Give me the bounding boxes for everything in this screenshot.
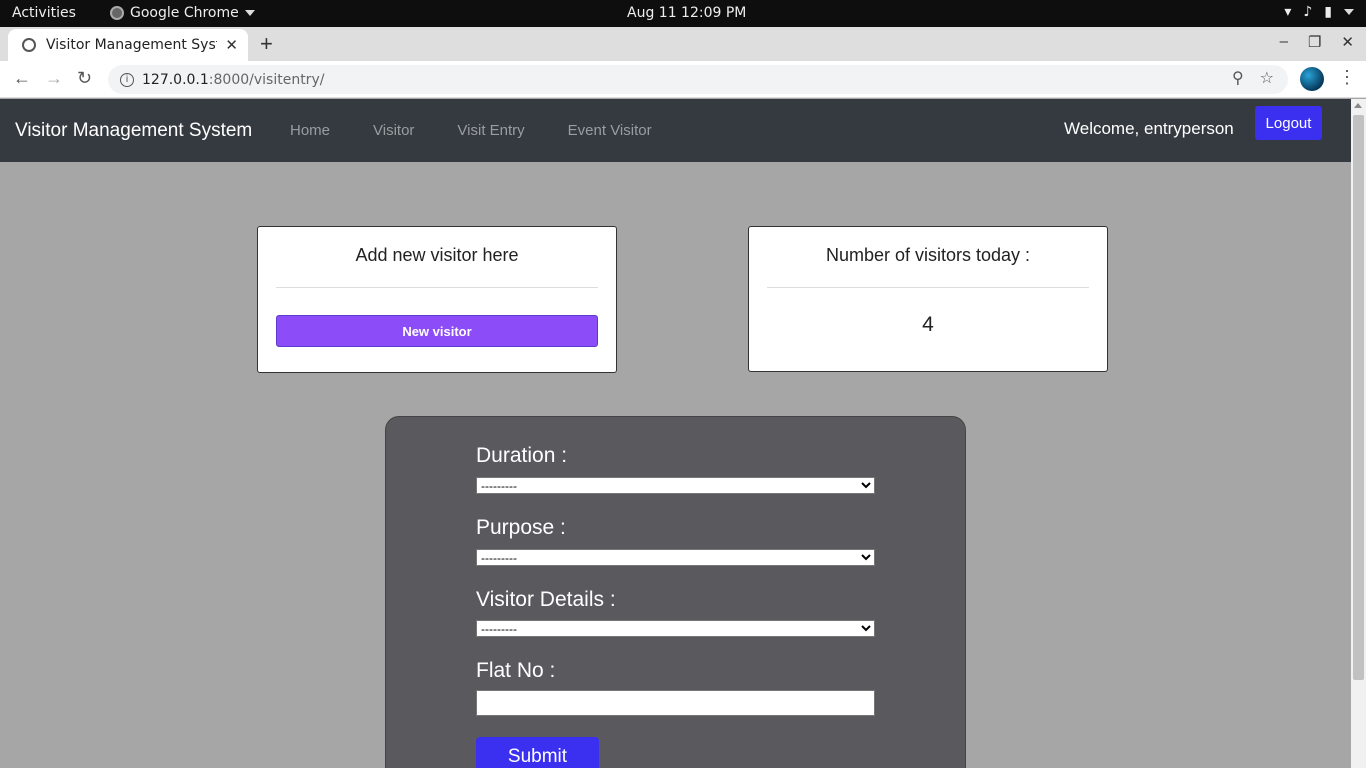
app-name: Google Chrome xyxy=(130,5,239,21)
browser-tab[interactable]: Visitor Management System ✕ xyxy=(8,29,248,61)
add-visitor-heading: Add new visitor here xyxy=(355,245,519,265)
nav-visitor[interactable]: Visitor xyxy=(373,122,414,139)
forward-icon[interactable]: → xyxy=(45,68,63,89)
close-tab-icon[interactable]: ✕ xyxy=(225,36,238,54)
menu-kebab-icon[interactable]: ⋮ xyxy=(1338,67,1356,88)
page-scrollbar[interactable] xyxy=(1351,99,1366,768)
globe-icon xyxy=(22,38,36,52)
tab-strip: Visitor Management System ✕ + – ❐ ✕ xyxy=(0,27,1366,61)
restore-icon[interactable]: ❐ xyxy=(1308,33,1321,51)
chevron-down-icon xyxy=(244,10,255,16)
add-visitor-card: Add new visitor here New visitor xyxy=(257,226,617,373)
welcome-text: Welcome, entryperson xyxy=(1064,119,1234,138)
reload-icon[interactable]: ↻ xyxy=(77,68,92,89)
brand-link[interactable]: Visitor Management System xyxy=(15,120,252,142)
nav-home[interactable]: Home xyxy=(290,122,330,139)
logout-button[interactable]: Logout xyxy=(1255,106,1322,140)
window-controls: – ❐ ✕ xyxy=(1280,33,1354,51)
visitor-count-heading: Number of visitors today : xyxy=(825,245,1031,265)
zoom-icon[interactable]: ⚲ xyxy=(1232,68,1244,87)
battery-icon: ▮ xyxy=(1324,4,1332,20)
nav-visit-entry[interactable]: Visit Entry xyxy=(457,122,524,139)
scroll-up-icon[interactable] xyxy=(1354,103,1362,108)
os-top-bar: Activities Google Chrome Aug 11 12:09 PM… xyxy=(0,0,1366,27)
url-path: :8000/visitentry/ xyxy=(208,71,325,88)
scrollbar-thumb[interactable] xyxy=(1353,115,1364,680)
flat-no-input[interactable] xyxy=(476,690,875,716)
address-bar[interactable]: i 127.0.0.1:8000/visitentry/ ⚲ ☆ xyxy=(108,65,1288,94)
back-icon[interactable]: ← xyxy=(13,68,31,89)
new-tab-icon[interactable]: + xyxy=(260,31,273,57)
info-icon[interactable]: i xyxy=(120,72,134,87)
profile-avatar[interactable] xyxy=(1300,67,1324,91)
submit-button[interactable]: Submit xyxy=(476,737,599,768)
url-host: 127.0.0.1 xyxy=(142,71,209,88)
flat-no-label: Flat No : xyxy=(476,659,556,682)
visitor-details-label: Visitor Details : xyxy=(476,588,616,611)
visitor-count-card: Number of visitors today : 4 xyxy=(748,226,1108,372)
bookmark-star-icon[interactable]: ☆ xyxy=(1260,68,1274,87)
visitor-details-select[interactable]: --------- xyxy=(476,620,875,637)
purpose-label: Purpose : xyxy=(476,516,566,539)
duration-select[interactable]: --------- xyxy=(476,477,875,494)
site-navbar: Visitor Management System Home Visitor V… xyxy=(0,99,1351,162)
divider xyxy=(767,287,1089,288)
tab-title: Visitor Management System xyxy=(46,37,217,53)
system-tray[interactable]: ▾ ♪ ▮ xyxy=(1284,4,1354,20)
nav-event-visitor[interactable]: Event Visitor xyxy=(568,122,652,139)
clock[interactable]: Aug 11 12:09 PM xyxy=(627,5,746,21)
wifi-icon: ▾ xyxy=(1284,4,1292,20)
nav-links: Home Visitor Visit Entry Event Visitor xyxy=(290,122,652,139)
visit-entry-form: Duration : --------- Purpose : ---------… xyxy=(385,416,966,768)
chrome-icon xyxy=(110,6,124,20)
app-menu[interactable]: Google Chrome xyxy=(110,5,255,21)
browser-toolbar: ← → ↻ i 127.0.0.1:8000/visitentry/ ⚲ ☆ ⋮ xyxy=(0,61,1366,98)
volume-icon: ♪ xyxy=(1303,4,1313,20)
minimize-icon[interactable]: – xyxy=(1280,33,1288,51)
duration-label: Duration : xyxy=(476,444,568,467)
close-window-icon[interactable]: ✕ xyxy=(1341,33,1354,51)
visitor-count-value: 4 xyxy=(922,313,934,336)
address-bar-icons: ⚲ ☆ xyxy=(1232,68,1274,87)
new-visitor-button[interactable]: New visitor xyxy=(276,315,598,347)
divider xyxy=(276,287,598,288)
chevron-down-icon xyxy=(1344,9,1354,15)
purpose-select[interactable]: --------- xyxy=(476,549,875,566)
activities-button[interactable]: Activities xyxy=(12,5,76,21)
